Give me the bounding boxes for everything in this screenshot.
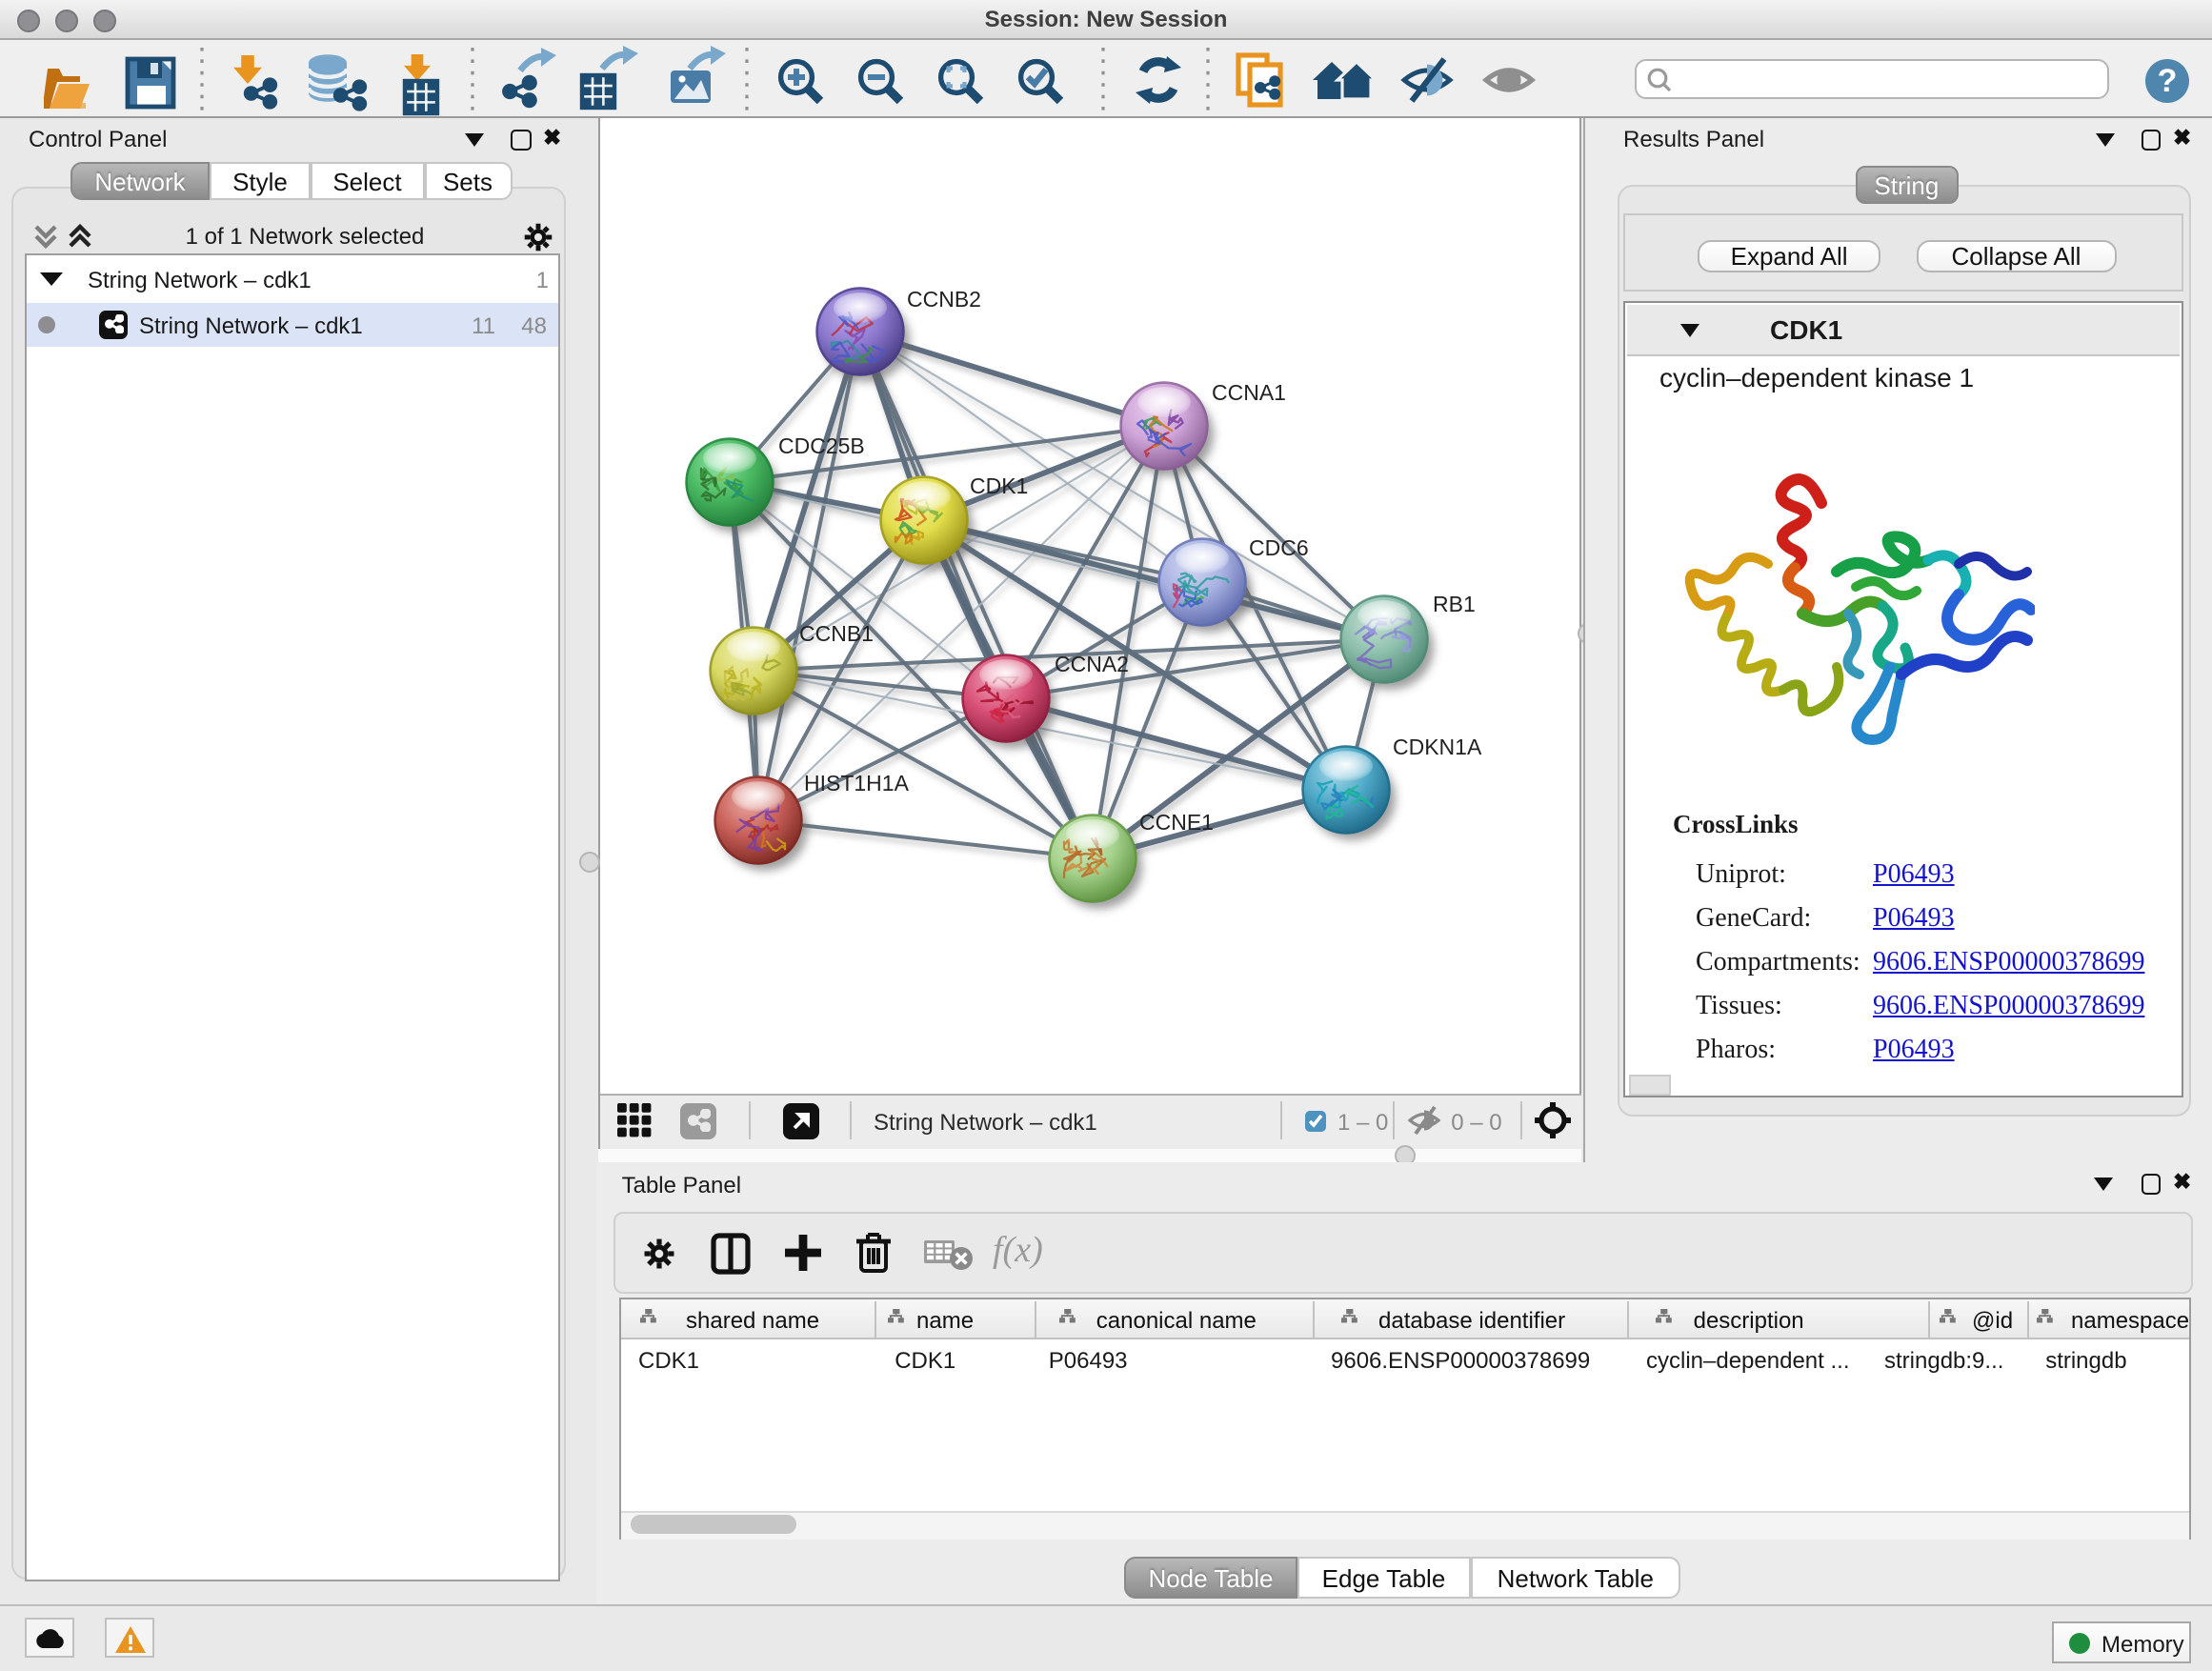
svg-text:CCNB2: CCNB2 — [907, 286, 981, 311]
svg-text:CCNA1: CCNA1 — [1212, 379, 1286, 404]
svg-text:RB1: RB1 — [1433, 591, 1476, 615]
svg-text:CDC25B: CDC25B — [778, 433, 865, 457]
svg-text:CDK1: CDK1 — [970, 473, 1028, 497]
svg-text:HIST1H1A: HIST1H1A — [804, 770, 910, 795]
svg-text:CCNE1: CCNE1 — [1139, 809, 1214, 834]
svg-text:CCNA2: CCNA2 — [1055, 651, 1129, 675]
svg-text:CDC6: CDC6 — [1249, 534, 1309, 559]
svg-text:CDKN1A: CDKN1A — [1393, 734, 1482, 758]
svg-text:CCNB1: CCNB1 — [799, 620, 874, 645]
